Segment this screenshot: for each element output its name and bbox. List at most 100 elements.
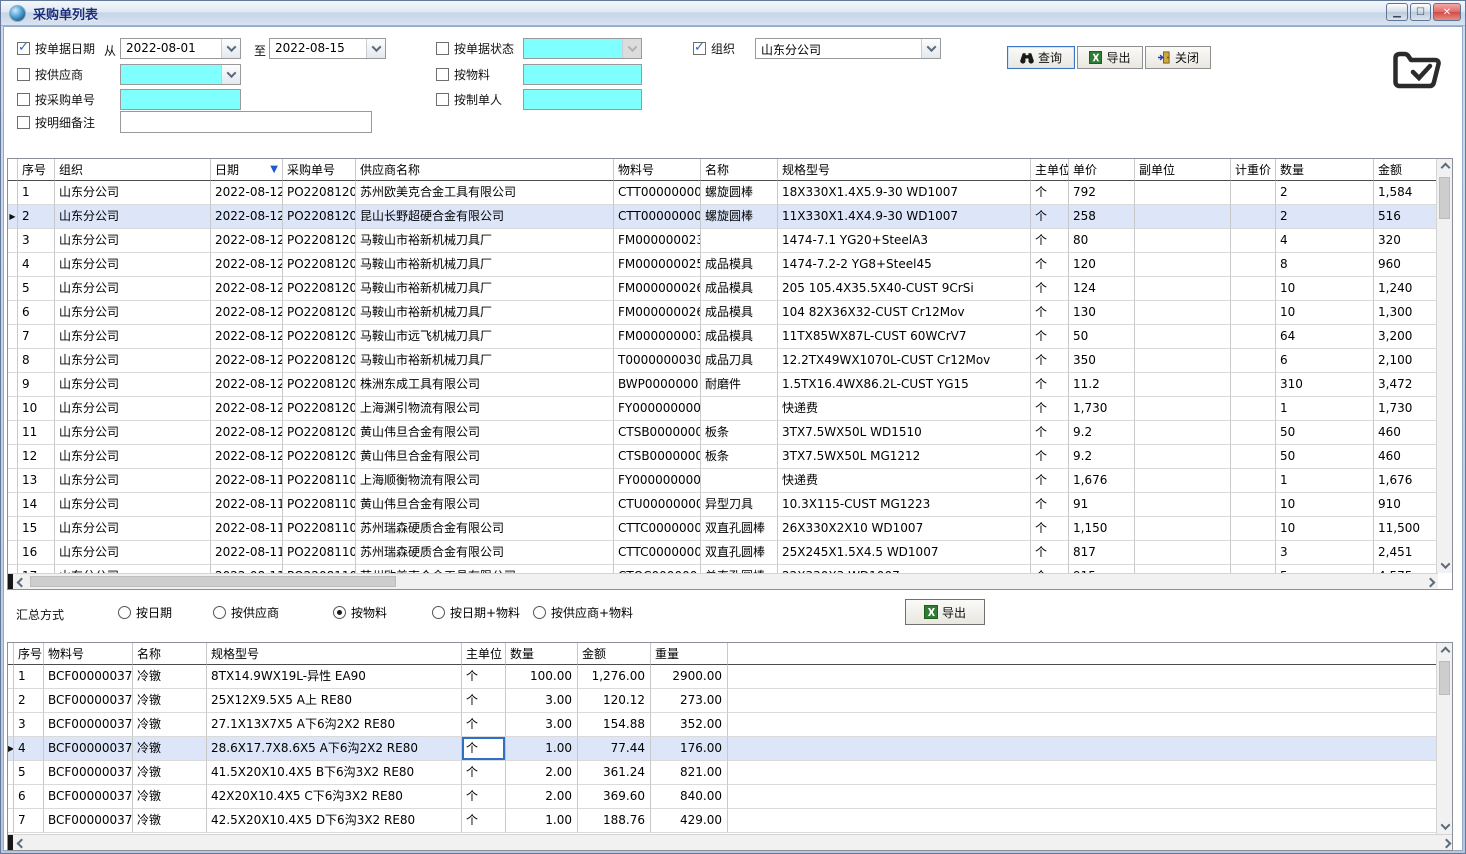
cell[interactable]: 1474-7.2-2 YG8+Steel45: [778, 253, 1031, 277]
cell[interactable]: 2022-08-11: [211, 517, 283, 541]
filter-by-date[interactable]: 按单据日期: [17, 40, 95, 57]
cell[interactable]: 个: [1031, 493, 1069, 517]
cell[interactable]: 11TX85WX87L-CUST 60WCrV7: [778, 325, 1031, 349]
cell[interactable]: [701, 469, 778, 493]
date-to-select[interactable]: 2022-08-15: [269, 38, 386, 59]
cell[interactable]: 2022-08-12: [211, 397, 283, 421]
cell[interactable]: PO220812003: [283, 181, 356, 205]
filter-by-remark[interactable]: 按明细备注: [17, 114, 95, 131]
date-from-select[interactable]: 2022-08-01: [120, 38, 241, 59]
table-row[interactable]: 8山东分公司2022-08-12PO220812009马鞍山市裕新机械刀具厂T0…: [8, 349, 1438, 373]
cell[interactable]: 77.44: [578, 737, 651, 761]
cell[interactable]: BCF00000037: [44, 761, 133, 785]
chevron-down-icon[interactable]: [921, 39, 940, 58]
cell[interactable]: 100.00: [506, 665, 578, 689]
cell[interactable]: 50: [1069, 325, 1135, 349]
cell[interactable]: 马鞍山市远飞机械刀具厂: [356, 325, 614, 349]
cell[interactable]: [1135, 301, 1231, 325]
column-header[interactable]: 组织: [55, 159, 211, 181]
cell[interactable]: 个: [1031, 205, 1069, 229]
cell[interactable]: [1135, 325, 1231, 349]
cell[interactable]: 个: [462, 665, 506, 689]
cell[interactable]: 马鞍山市裕新机械刀具厂: [356, 229, 614, 253]
date-filter-checkbox[interactable]: [17, 42, 30, 55]
status-select[interactable]: [523, 38, 642, 59]
cell[interactable]: 山东分公司: [55, 253, 211, 277]
cell[interactable]: 2: [1276, 205, 1374, 229]
cell[interactable]: 4: [1276, 229, 1374, 253]
cell[interactable]: 2,100: [1374, 349, 1437, 373]
cell[interactable]: 8: [1276, 253, 1374, 277]
cell[interactable]: FM000000003: [614, 325, 701, 349]
cell[interactable]: 3,472: [1374, 373, 1437, 397]
column-header[interactable]: 主单位: [1031, 159, 1069, 181]
cell[interactable]: 山东分公司: [55, 373, 211, 397]
cell[interactable]: 2022-08-12: [211, 277, 283, 301]
cell[interactable]: 460: [1374, 421, 1437, 445]
column-header[interactable]: 序号: [18, 159, 55, 181]
column-header[interactable]: 数量: [506, 643, 578, 665]
cell[interactable]: [1135, 181, 1231, 205]
cell[interactable]: 1,676: [1374, 469, 1437, 493]
cell[interactable]: PO220812011: [283, 373, 356, 397]
cell[interactable]: 1,300: [1374, 301, 1437, 325]
cell[interactable]: 2022-08-12: [211, 301, 283, 325]
cell[interactable]: 10: [1276, 277, 1374, 301]
table-row[interactable]: 7BCF00000037冷镦42.5X20X10.4X5 D下6沟3X2 RE8…: [8, 809, 1438, 833]
cell[interactable]: 1: [1276, 469, 1374, 493]
cell[interactable]: FM000000026: [614, 301, 701, 325]
cell[interactable]: 个: [1031, 301, 1069, 325]
cell[interactable]: 26X330X2X10 WD1007: [778, 517, 1031, 541]
cell[interactable]: 4: [14, 737, 44, 761]
cell[interactable]: 山东分公司: [55, 325, 211, 349]
scroll-down-icon[interactable]: [1437, 818, 1453, 834]
table-row[interactable]: 11山东分公司2022-08-12PO220812013黄山伟旦合金有限公司CT…: [8, 421, 1438, 445]
cell[interactable]: [1231, 229, 1276, 253]
cell[interactable]: [1231, 493, 1276, 517]
cell[interactable]: 双直孔圆棒: [701, 517, 778, 541]
cell[interactable]: [1135, 469, 1231, 493]
cell[interactable]: [1135, 277, 1231, 301]
cell[interactable]: 6: [1276, 349, 1374, 373]
material-input[interactable]: [523, 64, 642, 85]
table-row[interactable]: 13山东分公司2022-08-11PO220811001上海顺衡物流有限公司FY…: [8, 469, 1438, 493]
cell[interactable]: 黄山伟旦合金有限公司: [356, 421, 614, 445]
cell[interactable]: 苏州瑞森硬质合金有限公司: [356, 541, 614, 565]
cell[interactable]: 10: [1276, 493, 1374, 517]
cell[interactable]: 50: [1276, 421, 1374, 445]
cell[interactable]: 山东分公司: [55, 469, 211, 493]
cell[interactable]: 山东分公司: [55, 445, 211, 469]
chevron-down-icon[interactable]: [221, 65, 240, 84]
filter-by-maker[interactable]: 按制单人: [436, 91, 502, 108]
cell[interactable]: 2022-08-11: [211, 493, 283, 517]
cell[interactable]: [1135, 397, 1231, 421]
cell[interactable]: 山东分公司: [55, 301, 211, 325]
table-row[interactable]: ▶4BCF00000037冷镦28.6X17.7X8.6X5 A下6沟2X2 R…: [8, 737, 1438, 761]
cell[interactable]: 马鞍山市裕新机械刀具厂: [356, 301, 614, 325]
cell[interactable]: 7: [14, 809, 44, 833]
cell[interactable]: 山东分公司: [55, 229, 211, 253]
table-row[interactable]: 9山东分公司2022-08-12PO220812011株洲东成工具有限公司BWP…: [8, 373, 1438, 397]
cell[interactable]: [1135, 373, 1231, 397]
cell[interactable]: 山东分公司: [55, 493, 211, 517]
cell[interactable]: 螺旋圆棒: [701, 181, 778, 205]
cell[interactable]: 个: [1031, 421, 1069, 445]
cell[interactable]: 6: [14, 785, 44, 809]
cell[interactable]: 3TX7.5WX50L MG1212: [778, 445, 1031, 469]
filter-by-po[interactable]: 按采购单号: [17, 91, 95, 108]
cell[interactable]: BCF00000037: [44, 713, 133, 737]
down-arrow-icon[interactable]: ▼: [270, 164, 282, 175]
cell[interactable]: 山东分公司: [55, 517, 211, 541]
cell[interactable]: 成品刀具: [701, 349, 778, 373]
cell[interactable]: 2: [14, 689, 44, 713]
cell[interactable]: T0000000030: [614, 349, 701, 373]
cell[interactable]: 2022-08-11: [211, 469, 283, 493]
export-button[interactable]: 导出: [1077, 46, 1143, 69]
cell[interactable]: 螺旋圆棒: [701, 205, 778, 229]
summary-option-by-date[interactable]: 按日期: [118, 604, 172, 620]
column-header[interactable]: 日期▼: [211, 159, 283, 181]
column-header[interactable]: 物料号: [44, 643, 133, 665]
cell[interactable]: [1135, 541, 1231, 565]
cell[interactable]: [1135, 493, 1231, 517]
cell[interactable]: [1135, 205, 1231, 229]
